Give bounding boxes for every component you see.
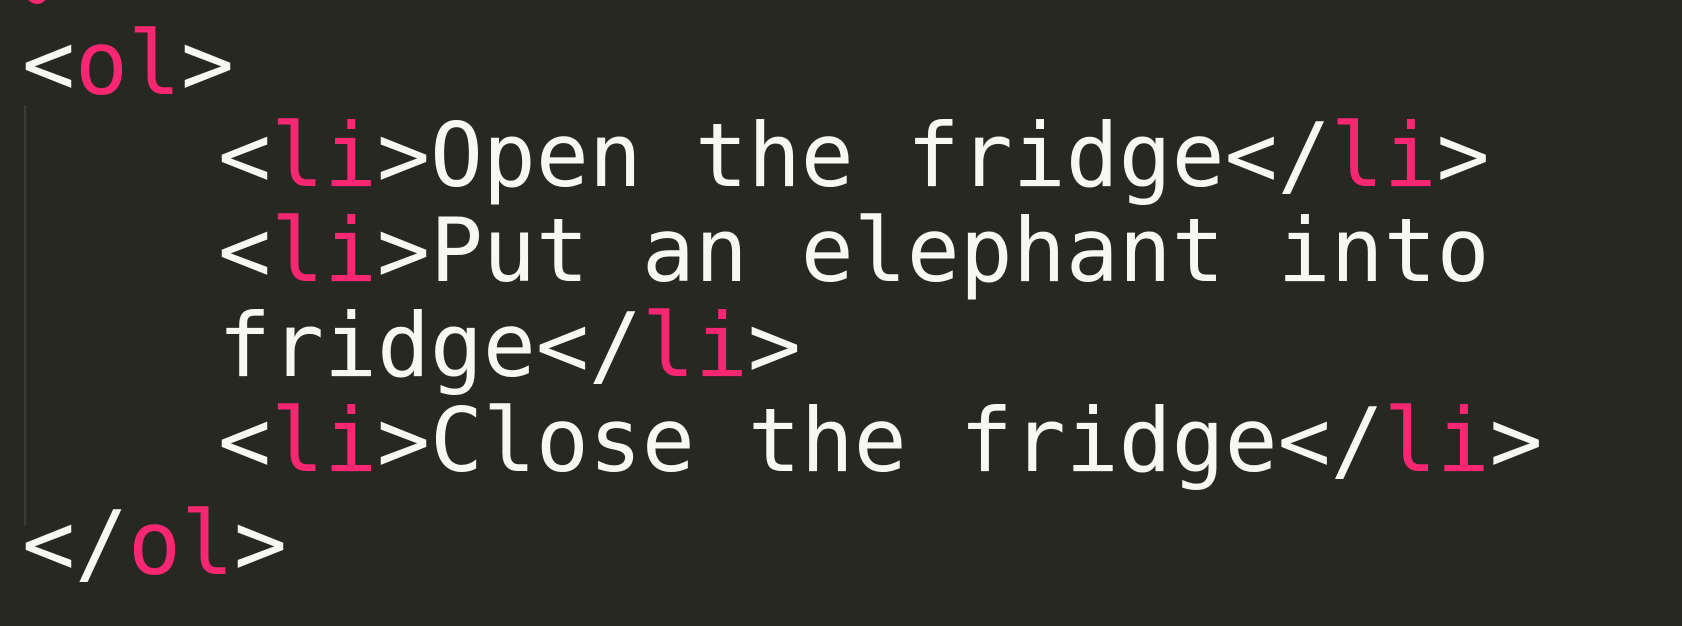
tag-name-li: li <box>270 389 377 492</box>
tag-bracket: > <box>376 389 430 492</box>
code-line-item-2a: <li>Put an elephant into <box>218 207 1490 307</box>
list-item-text-wrapped: fridge <box>218 294 536 397</box>
code-line-item-2b: fridge</li> <box>218 302 801 402</box>
code-line-item-1: <li>Open the fridge</li> <box>218 112 1490 212</box>
tag-bracket: > <box>180 12 234 115</box>
tag-name-li: li <box>641 294 748 397</box>
tag-bracket: </ <box>535 294 642 397</box>
tag-name-ol: ol <box>74 12 181 115</box>
tag-bracket: > <box>747 294 801 397</box>
tag-name-li: li <box>270 104 377 207</box>
tag-bracket: < <box>218 389 271 492</box>
tag-name-ol: ol <box>127 492 234 595</box>
tag-bracket: > <box>233 492 287 595</box>
tag-bracket: > <box>1489 389 1543 492</box>
tag-name-li: li <box>1330 104 1437 207</box>
list-item-text: Open the fridge <box>429 104 1225 207</box>
tag-bracket: < <box>218 199 271 302</box>
tag-bracket: < <box>22 12 75 115</box>
tag-name-li: li <box>1383 389 1490 492</box>
tag-bracket: > <box>376 199 430 302</box>
list-item-text: Close the fridge <box>429 389 1278 492</box>
tag-bracket: < <box>218 104 271 207</box>
tag-name-li: li <box>270 199 377 302</box>
code-line-close-ol: </ol> <box>22 500 287 600</box>
code-line-item-3: <li>Close the fridge</li> <box>218 397 1543 497</box>
tag-bracket: </ <box>1277 389 1384 492</box>
list-item-text: Put an elephant into <box>429 199 1490 302</box>
partial-glyph <box>26 0 48 4</box>
indent-guide <box>24 105 26 525</box>
tag-bracket: > <box>1436 104 1490 207</box>
code-editor[interactable]: <ol> <li>Open the fridge</li> <li>Put an… <box>0 0 1682 626</box>
tag-bracket: </ <box>22 492 128 595</box>
tag-bracket: </ <box>1224 104 1331 207</box>
tag-bracket: > <box>376 104 430 207</box>
code-line-open-ol: <ol> <box>22 20 234 120</box>
